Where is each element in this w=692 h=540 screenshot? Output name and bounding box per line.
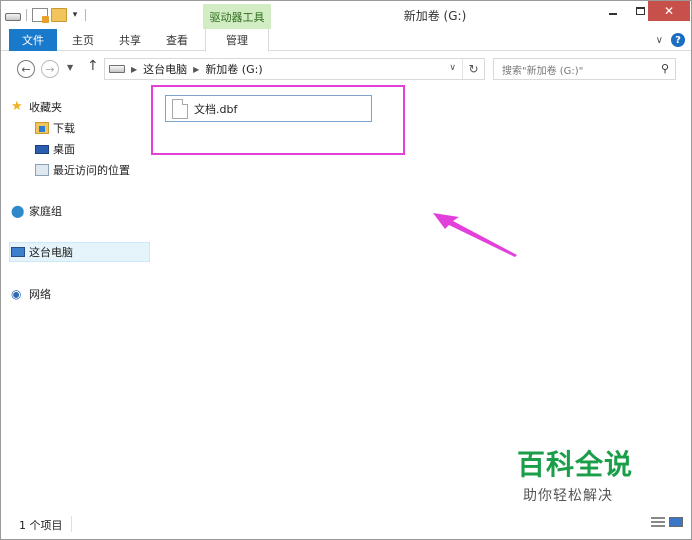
drive-tools-tab-group: 驱动器工具: [203, 4, 271, 29]
status-bar: 1 个项目: [1, 513, 691, 539]
annotation-arrow-shape: [433, 213, 517, 257]
refresh-icon[interactable]: ↻: [462, 59, 484, 79]
maximize-icon: [635, 7, 645, 15]
forward-arrow-icon: →: [45, 62, 55, 76]
drive-icon[interactable]: [5, 13, 21, 21]
window-title-wrap: 新加卷 (G:): [1, 7, 692, 24]
homegroup-icon: ⬤: [11, 204, 25, 218]
properties-icon[interactable]: [32, 8, 49, 23]
sidebar-item-label: 下载: [53, 122, 75, 135]
watermark-subtitle: 助你轻松解决: [523, 488, 613, 504]
tab-view[interactable]: 查看: [155, 29, 199, 51]
file-list-area[interactable]: 文档.dbf 百科全说 助你轻松解决: [151, 85, 691, 511]
sidebar-item-downloads[interactable]: 下载: [35, 118, 75, 138]
details-view-icon[interactable]: [651, 517, 665, 527]
sidebar-item-network[interactable]: ◉ 网络: [11, 284, 51, 304]
item-count: 1 个项目: [19, 519, 63, 532]
back-arrow-icon: ←: [21, 62, 31, 76]
file-name: 文档.dbf: [194, 102, 238, 116]
large-icons-view-icon[interactable]: [669, 517, 683, 527]
qat-separator: [26, 9, 27, 21]
document-icon: [172, 98, 188, 119]
annotation-arrow-icon: [433, 213, 517, 257]
navigation-pane: ★ 收藏夹 下载 桌面 最近访问的位置 ⬤ 家庭组 这台电脑 ◉ 网络: [1, 85, 151, 511]
forward-button[interactable]: →: [41, 60, 59, 78]
sidebar-item-desktop[interactable]: 桌面: [35, 139, 75, 159]
search-icon[interactable]: ⚲: [661, 62, 669, 75]
navigation-bar: ← → ▼ ↑ ▶ 这台电脑 ▶ 新加卷 (G:) ∨ ↻ 搜索"新加卷 (G:…: [1, 53, 691, 85]
address-bar[interactable]: ▶ 这台电脑 ▶ 新加卷 (G:) ∨ ↻: [104, 58, 485, 80]
sidebar-item-favorites[interactable]: ★ 收藏夹: [11, 97, 62, 117]
title-bar: ▾ 驱动器工具 新加卷 (G:) ✕: [1, 1, 691, 29]
sidebar-item-label: 桌面: [53, 143, 75, 156]
downloads-folder-icon: [35, 122, 49, 134]
breadcrumb-chevron-icon[interactable]: ▶: [193, 65, 199, 74]
back-button[interactable]: ←: [17, 60, 35, 78]
sidebar-item-homegroup[interactable]: ⬤ 家庭组: [11, 201, 62, 221]
sidebar-item-label: 收藏夹: [29, 101, 62, 114]
tab-file[interactable]: 文件: [9, 29, 57, 51]
up-arrow-icon[interactable]: ↑: [87, 58, 99, 74]
recent-locations-dropdown-icon[interactable]: ▼: [67, 63, 73, 72]
sidebar-item-label: 最近访问的位置: [53, 164, 130, 177]
network-icon: ◉: [11, 287, 22, 301]
qat-dropdown-icon[interactable]: ▾: [70, 10, 80, 20]
explorer-window: ▾ 驱动器工具 新加卷 (G:) ✕ 文件 主页 共享 查看 管理 ∨ ? ← …: [0, 0, 692, 540]
search-placeholder: 搜索"新加卷 (G:)": [502, 65, 584, 77]
close-icon: ✕: [663, 4, 675, 18]
minimize-button[interactable]: [599, 1, 627, 21]
drive-icon: [109, 65, 125, 73]
breadcrumb-this-pc[interactable]: 这台电脑: [143, 61, 187, 77]
window-title: 新加卷 (G:): [403, 9, 467, 23]
tab-home[interactable]: 主页: [61, 29, 105, 51]
file-item[interactable]: 文档.dbf: [165, 95, 372, 122]
ribbon-right-controls: ∨ ?: [656, 33, 685, 47]
sidebar-item-recent-places[interactable]: 最近访问的位置: [35, 160, 130, 180]
expand-ribbon-chevron-icon[interactable]: ∨: [656, 35, 663, 46]
new-folder-icon[interactable]: [51, 8, 67, 22]
sidebar-item-label: 网络: [29, 288, 51, 301]
close-button[interactable]: ✕: [648, 1, 690, 21]
star-icon: ★: [11, 99, 23, 114]
help-icon[interactable]: ?: [671, 33, 685, 47]
watermark-title: 百科全说: [517, 448, 634, 481]
sidebar-item-label: 家庭组: [29, 205, 62, 218]
view-buttons: [651, 517, 683, 527]
tab-manage[interactable]: 管理: [205, 29, 269, 52]
watermark: 百科全说 助你轻松解决: [517, 449, 647, 505]
search-input[interactable]: 搜索"新加卷 (G:)" ⚲: [493, 58, 676, 80]
recent-places-icon: [35, 164, 49, 176]
computer-icon: [11, 247, 25, 257]
desktop-icon: [35, 144, 49, 154]
ribbon-tabs: 文件 主页 共享 查看 管理 ∨ ?: [1, 29, 691, 52]
status-divider: [71, 516, 72, 532]
quick-access-toolbar: ▾: [5, 7, 88, 23]
minimize-icon: [609, 13, 617, 15]
address-history-dropdown-icon[interactable]: ∨: [449, 63, 456, 73]
qat-separator: [85, 9, 86, 21]
sidebar-item-label: 这台电脑: [29, 246, 73, 259]
breadcrumb-drive-g[interactable]: 新加卷 (G:): [205, 61, 262, 77]
tab-share[interactable]: 共享: [109, 29, 151, 51]
sidebar-item-this-pc[interactable]: 这台电脑: [11, 242, 73, 262]
breadcrumb-chevron-icon[interactable]: ▶: [131, 65, 137, 74]
